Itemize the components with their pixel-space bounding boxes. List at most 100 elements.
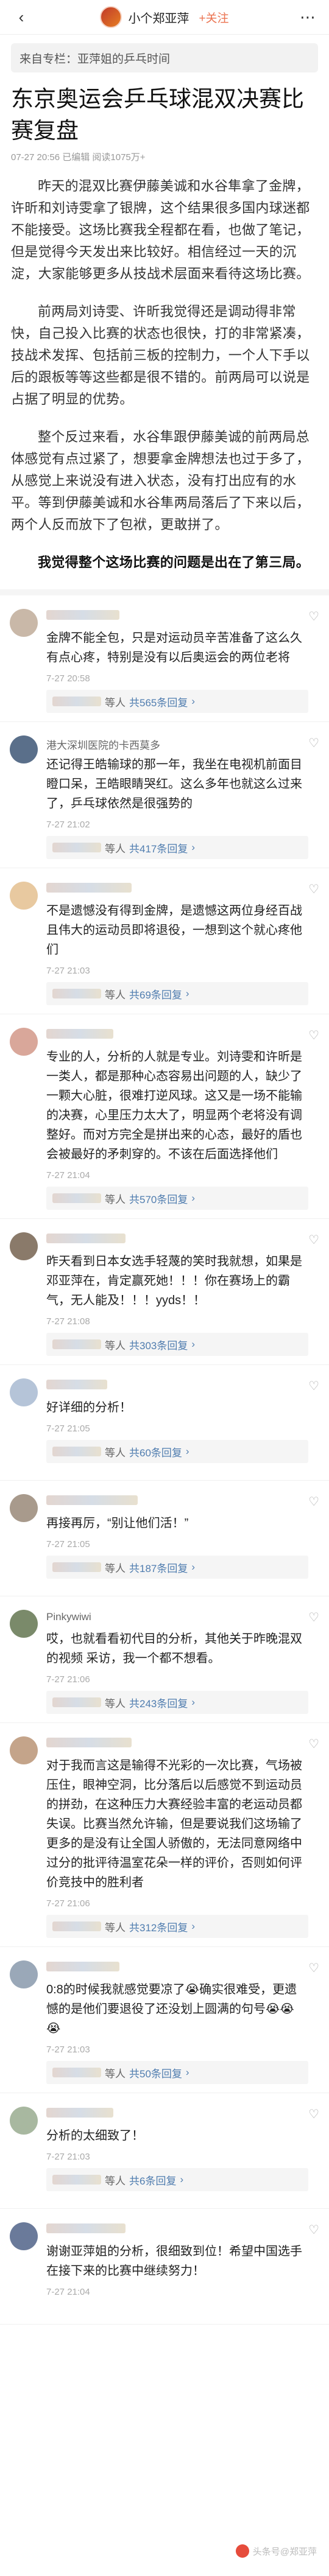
comment-text: 金牌不能全包，只是对运动员辛苦准备了这么久有点心疼，特别是没有以后奥运会的两位老… (46, 631, 302, 664)
reply-summary[interactable]: 等人 共303条回复 › (46, 1333, 309, 1356)
like-icon[interactable]: ♡ (308, 1494, 319, 1509)
comment-time: 7-27 21:03 (46, 966, 90, 976)
comment-text: 0:8的时候我就感觉要凉了😭确实很难受，更遗憾的是他们要退役了还没划上圆满的句号… (46, 1983, 297, 2035)
reply-summary[interactable]: 等人 共50条回复 › (46, 2061, 309, 2084)
commenter-name[interactable] (46, 883, 308, 896)
reply-count-link[interactable]: 共565条回复 (129, 694, 188, 709)
reply-count-link[interactable]: 共187条回复 (129, 1560, 188, 1575)
watermark-text: 头条号@郑亚萍 (252, 2546, 317, 2557)
comment-item: 好详细的分析！ 7-27 21:05 等人 共60条回复 › ♡ (0, 1365, 329, 1481)
reply-count-link[interactable]: 共60条回复 (129, 1444, 182, 1459)
commenter-avatar[interactable] (10, 735, 38, 763)
back-icon[interactable]: ‹ (11, 7, 32, 27)
commenter-avatar[interactable] (10, 1960, 38, 1988)
like-icon[interactable]: ♡ (308, 1232, 319, 1248)
comment-item: 专业的人，分析的人就是专业。刘诗雯和许昕是一类人，都是那种心态容易出问题的人，缺… (0, 1014, 329, 1219)
commenter-name[interactable] (46, 2108, 308, 2121)
reply-summary[interactable]: 等人 共312条回复 › (46, 1915, 309, 1938)
commenter-avatar[interactable] (10, 882, 38, 910)
like-icon[interactable]: ♡ (308, 2222, 319, 2237)
commenter-avatar[interactable] (10, 1028, 38, 1056)
reply-summary[interactable]: 等人 共243条回复 › (46, 1691, 309, 1714)
reply-summary[interactable]: 等人 共187条回复 › (46, 1556, 309, 1579)
blurred-name (46, 1234, 126, 1243)
like-icon[interactable]: ♡ (308, 1960, 319, 1976)
comment-text: 对于我而言这是输得不光彩的一次比赛，气场被压住，眼神空洞，比分落后以后感觉不到运… (46, 1759, 302, 1889)
comment-item: 不是遗憾没有得到金牌，是遗憾这两位身经百战且伟大的运动员即将退役，一想到这个就心… (0, 868, 329, 1014)
comment-time: 7-27 21:04 (46, 2287, 90, 2297)
column-source-tag[interactable]: 来自专栏：亚萍姐的乒乓时间 (11, 43, 318, 72)
reply-summary[interactable]: 等人 共60条回复 › (46, 1440, 309, 1463)
more-icon[interactable]: ⋯ (297, 7, 318, 27)
chevron-right-icon: › (191, 1192, 196, 1204)
commenter-avatar[interactable] (10, 1736, 38, 1764)
blurred-replier (52, 2175, 101, 2185)
reply-prefix: 等人 (105, 697, 126, 709)
article-paragraph-bold: 我觉得整个这场比赛的问题是出在了第三局。 (38, 555, 310, 570)
commenter-name[interactable]: Pinkywiwi (46, 1611, 308, 1624)
reply-prefix: 等人 (105, 2068, 126, 2080)
like-icon[interactable]: ♡ (308, 735, 319, 751)
author-name[interactable]: 小个郑亚萍 (128, 9, 189, 26)
follow-button[interactable]: +关注 (199, 9, 228, 26)
blurred-replier (52, 1562, 101, 1572)
comment-time: 7-27 20:58 (46, 673, 90, 684)
commenter-name[interactable]: 港大深圳医院的卡西莫多 (46, 737, 308, 751)
commenter-avatar[interactable] (10, 1494, 38, 1522)
like-icon[interactable]: ♡ (308, 882, 319, 897)
commenter-name[interactable] (46, 1962, 308, 1975)
chevron-right-icon: › (185, 2066, 189, 2078)
commenter-avatar[interactable] (10, 2107, 38, 2135)
like-icon[interactable]: ♡ (308, 1028, 319, 1043)
blurred-name (46, 1380, 107, 1389)
chevron-right-icon: › (191, 841, 196, 853)
reply-prefix: 等人 (105, 843, 126, 855)
reply-prefix: 等人 (105, 1193, 126, 1206)
blurred-name (46, 2108, 113, 2118)
comment-item: 港大深圳医院的卡西莫多 还记得王皓输球的那一年，我坐在电视机前面目瞪口呆，王皓眼睛… (0, 722, 329, 868)
commenter-avatar[interactable] (10, 2222, 38, 2250)
commenter-name[interactable] (46, 1738, 308, 1751)
comment-item: 分析的太细致了！ 7-27 21:03 等人 共6条回复 › ♡ (0, 2093, 329, 2209)
commenter-avatar[interactable] (10, 1378, 38, 1406)
reply-count-link[interactable]: 共417条回复 (129, 840, 188, 855)
commenter-name[interactable] (46, 2223, 308, 2237)
commenter-name[interactable] (46, 1029, 308, 1042)
reply-prefix: 等人 (105, 1562, 126, 1574)
blurred-replier (52, 1921, 101, 1931)
comment-text: 哎，也就看看初代目的分析，其他关于昨晚混双的视频 采访，我一个都不想看。 (46, 1632, 302, 1665)
like-icon[interactable]: ♡ (308, 1736, 319, 1752)
top-nav-bar: ‹ 小个郑亚萍 +关注 ⋯ (0, 0, 329, 35)
commenter-name[interactable] (46, 1380, 308, 1393)
reply-summary[interactable]: 等人 共570条回复 › (46, 1187, 309, 1210)
reply-count-link[interactable]: 共69条回复 (129, 986, 182, 1002)
commenter-name[interactable] (46, 1495, 308, 1509)
commenter-avatar[interactable] (10, 1610, 38, 1638)
chevron-right-icon: › (185, 988, 189, 999)
like-icon[interactable]: ♡ (308, 1378, 319, 1394)
like-icon[interactable]: ♡ (308, 609, 319, 624)
reply-summary[interactable]: 等人 共417条回复 › (46, 836, 309, 859)
reply-summary[interactable]: 等人 共565条回复 › (46, 690, 309, 713)
blurred-name (46, 883, 132, 893)
reply-summary[interactable]: 等人 共69条回复 › (46, 982, 309, 1005)
reply-count-link[interactable]: 共312条回复 (129, 1919, 188, 1934)
author-avatar[interactable] (100, 6, 122, 28)
reply-summary[interactable]: 等人 共6条回复 › (46, 2168, 309, 2191)
commenter-name[interactable] (46, 610, 308, 623)
like-icon[interactable]: ♡ (308, 2107, 319, 2122)
comment-item: 0:8的时候我就感觉要凉了😭确实很难受，更遗憾的是他们要退役了还没划上圆满的句号… (0, 1947, 329, 2093)
comment-text: 谢谢亚萍姐的分析，很细致到位！希望中国选手在接下来的比赛中继续努力！ (46, 2245, 302, 2278)
commenter-avatar[interactable] (10, 1232, 38, 1260)
reply-count-link[interactable]: 共243条回复 (129, 1695, 188, 1710)
reply-count-link[interactable]: 共570条回复 (129, 1191, 188, 1206)
reply-count-link[interactable]: 共50条回复 (129, 2065, 182, 2080)
reply-prefix: 等人 (105, 1697, 126, 1710)
blurred-name (46, 1738, 132, 1747)
like-icon[interactable]: ♡ (308, 1610, 319, 1625)
blurred-name (46, 2223, 126, 2233)
reply-count-link[interactable]: 共6条回复 (129, 2172, 176, 2188)
reply-count-link[interactable]: 共303条回复 (129, 1337, 188, 1352)
commenter-avatar[interactable] (10, 609, 38, 637)
commenter-name[interactable] (46, 1234, 308, 1247)
